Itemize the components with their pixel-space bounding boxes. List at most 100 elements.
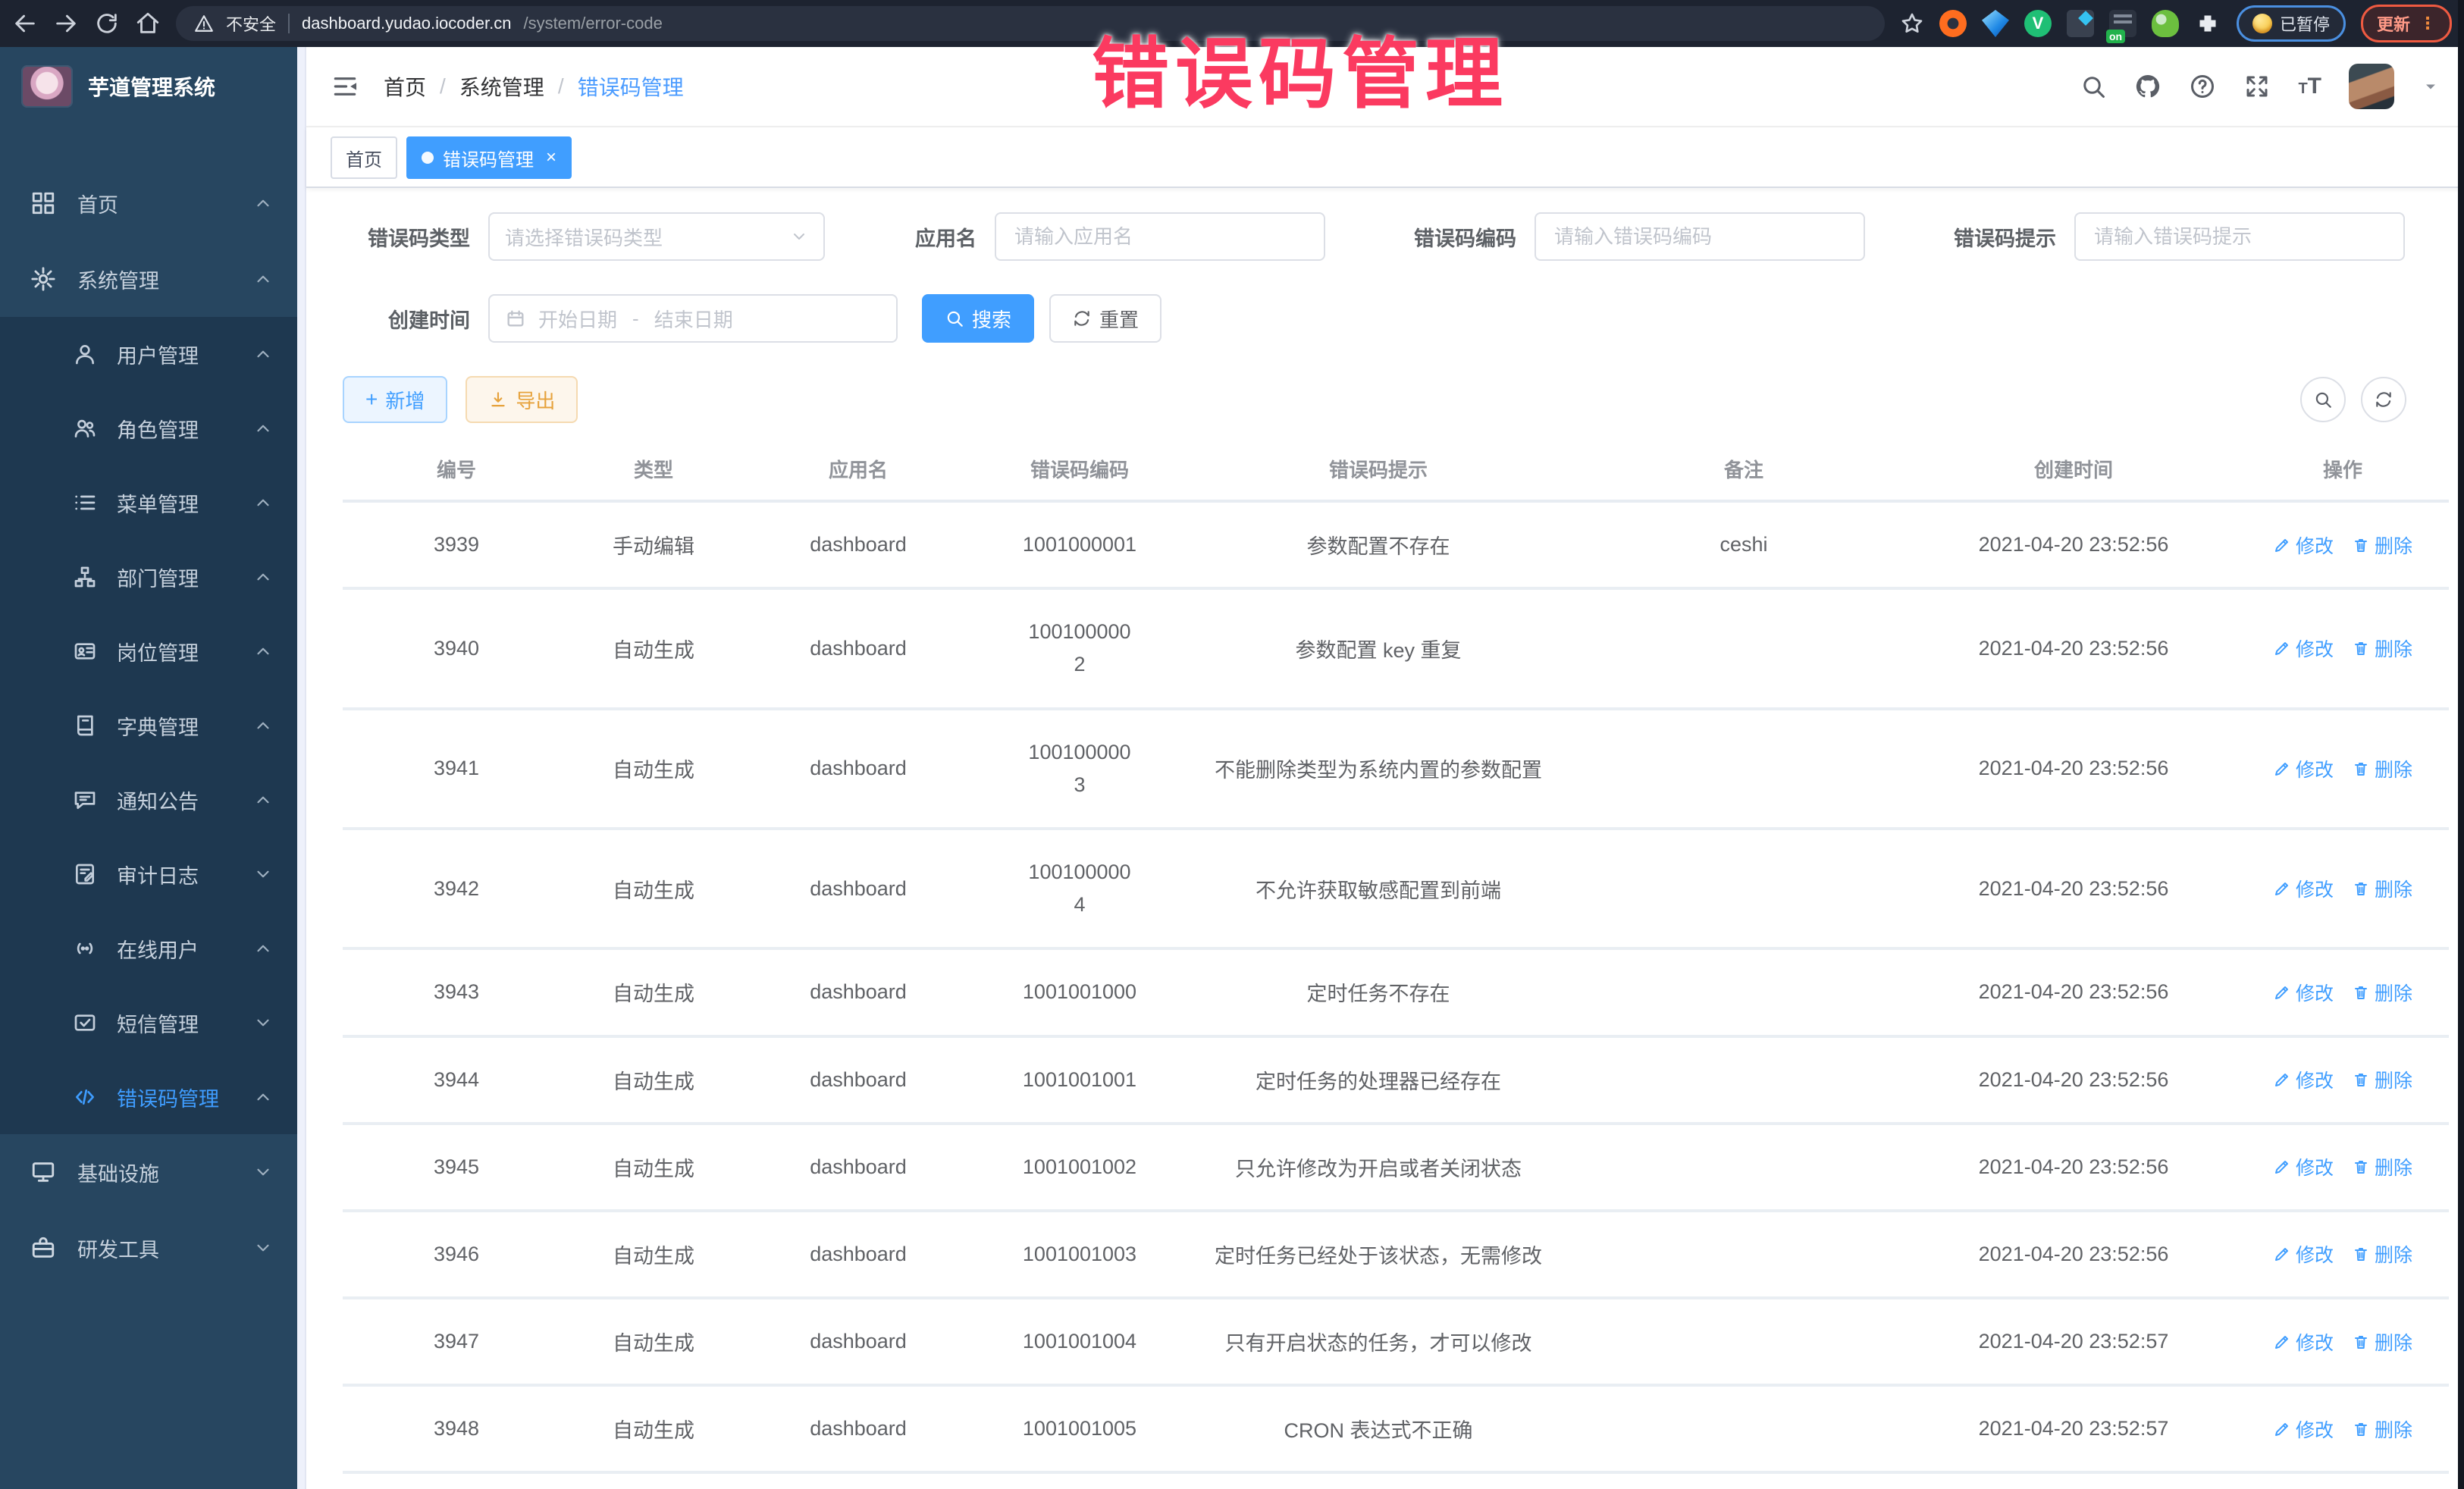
extension-key-icon[interactable] xyxy=(2152,10,2179,37)
reset-button[interactable]: 重置 xyxy=(1049,294,1161,343)
sidebar-item-user[interactable]: 用户管理 xyxy=(0,317,297,391)
breadcrumb-home[interactable]: 首页 xyxy=(384,71,426,102)
header-search-icon[interactable] xyxy=(2080,73,2107,100)
cell-hint: CRON 表达式不正确 xyxy=(1180,1385,1577,1472)
delete-link[interactable]: 删除 xyxy=(2352,1328,2412,1356)
filter-label: 错误码编码 xyxy=(1389,222,1516,252)
sidebar-item-sms[interactable]: 短信管理 xyxy=(0,986,297,1060)
edit-link[interactable]: 修改 xyxy=(2273,531,2334,559)
column-header: 类型 xyxy=(570,438,737,501)
edit-link[interactable]: 修改 xyxy=(2273,1153,2334,1180)
delete-link[interactable]: 删除 xyxy=(2352,1153,2412,1180)
refresh-icon xyxy=(2374,390,2393,409)
sidebar-item-infra[interactable]: 基础设施 xyxy=(0,1134,297,1210)
sidebar-item-tree[interactable]: 部门管理 xyxy=(0,540,297,614)
delete-link[interactable]: 删除 xyxy=(2352,979,2412,1006)
browser-home-icon[interactable] xyxy=(135,11,161,36)
user-avatar[interactable] xyxy=(2349,64,2394,109)
sidebar-scrollbar[interactable] xyxy=(297,47,306,1489)
tags-view-tab[interactable]: 首页 × xyxy=(331,136,397,179)
sidebar-item-book[interactable]: 字典管理 xyxy=(0,688,297,763)
edit-link[interactable]: 修改 xyxy=(2273,875,2334,902)
start-date-placeholder: 开始日期 xyxy=(538,305,617,333)
book-icon xyxy=(73,713,97,738)
url-path: /system/error-code xyxy=(523,14,662,33)
cell-remark xyxy=(1577,948,1911,1036)
extension-vue-devtools-icon[interactable]: V xyxy=(2024,10,2052,37)
extension-orange-icon[interactable] xyxy=(1939,10,1967,37)
edit-link[interactable]: 修改 xyxy=(2273,1066,2334,1093)
browser-back-icon[interactable] xyxy=(12,11,38,36)
tab-close-icon[interactable]: × xyxy=(546,147,556,168)
cell-app: dashboard xyxy=(737,709,980,829)
code-icon xyxy=(73,1085,97,1109)
edit-link[interactable]: 修改 xyxy=(2273,1240,2334,1268)
column-header: 错误码提示 xyxy=(1180,438,1577,501)
sidebar-item-gear[interactable]: 系统管理 xyxy=(0,241,297,317)
edit-link[interactable]: 修改 xyxy=(2273,1328,2334,1356)
show-search-toggle-button[interactable] xyxy=(2300,377,2346,422)
sidebar-item-online[interactable]: 在线用户 xyxy=(0,911,297,986)
extensions-puzzle-icon[interactable] xyxy=(2194,10,2221,37)
edit-link[interactable]: 修改 xyxy=(2273,979,2334,1006)
address-bar[interactable]: 不安全 dashboard.yudao.iocoder.cn/system/er… xyxy=(176,6,1885,41)
sidebar-item-audit[interactable]: 审计日志 xyxy=(0,837,297,911)
delete-link[interactable]: 删除 xyxy=(2352,875,2412,902)
edit-link[interactable]: 修改 xyxy=(2273,635,2334,662)
cell-hint: 参数配置 key 重复 xyxy=(1180,588,1577,708)
delete-link[interactable]: 删除 xyxy=(2352,1066,2412,1093)
sidebar-item-users[interactable]: 角色管理 xyxy=(0,391,297,466)
sidebar-item-code[interactable]: 错误码管理 xyxy=(0,1060,297,1134)
browser-reload-icon[interactable] xyxy=(94,11,120,36)
delete-link[interactable]: 删除 xyxy=(2352,1240,2412,1268)
cell-code: 100100000 3 xyxy=(980,709,1180,829)
date-range-picker[interactable]: 开始日期 - 结束日期 xyxy=(488,294,898,343)
extension-gem-icon[interactable] xyxy=(1982,10,2009,37)
browser-menu-dots-icon[interactable]: ⋮ xyxy=(2419,16,2436,31)
help-icon[interactable] xyxy=(2189,73,2216,100)
trash-icon xyxy=(2352,983,2370,1002)
extension-proxy-icon[interactable]: on xyxy=(2109,10,2136,37)
bookmark-star-icon[interactable] xyxy=(1900,11,1924,36)
sidebar-item-idcard[interactable]: 岗位管理 xyxy=(0,614,297,688)
edit-link[interactable]: 修改 xyxy=(2273,755,2334,782)
pencil-icon xyxy=(2273,1158,2291,1176)
profile-paused-pill[interactable]: 已暂停 xyxy=(2237,5,2346,42)
trash-icon xyxy=(2352,536,2370,554)
sidebar-collapse-icon[interactable] xyxy=(331,72,359,101)
pencil-icon xyxy=(2273,760,2291,778)
app-logo-row[interactable]: 芋道管理系统 xyxy=(0,47,297,126)
delete-link[interactable]: 删除 xyxy=(2352,531,2412,559)
cell-app: dashboard xyxy=(737,1385,980,1472)
sidebar-item-label: 基础设施 xyxy=(77,1158,159,1187)
edit-link[interactable]: 修改 xyxy=(2273,1415,2334,1443)
avatar-caret-down-icon[interactable] xyxy=(2422,77,2440,96)
tags-view-tab[interactable]: 错误码管理 × xyxy=(406,136,572,179)
sidebar-item-grid[interactable]: 首页 xyxy=(0,165,297,241)
error-type-select[interactable]: 请选择错误码类型 xyxy=(488,212,825,261)
font-size-icon[interactable]: TT xyxy=(2298,75,2321,98)
pencil-icon xyxy=(2273,639,2291,657)
add-button[interactable]: + 新增 xyxy=(343,376,447,423)
delete-link[interactable]: 删除 xyxy=(2352,635,2412,662)
delete-link[interactable]: 删除 xyxy=(2352,1415,2412,1443)
sidebar-item-list[interactable]: 菜单管理 xyxy=(0,466,297,540)
sidebar-item-notice[interactable]: 通知公告 xyxy=(0,763,297,837)
browser-update-button[interactable]: 更新 ⋮ xyxy=(2361,5,2452,42)
export-button[interactable]: 导出 xyxy=(466,376,578,423)
sidebar-item-tools[interactable]: 研发工具 xyxy=(0,1210,297,1286)
trash-icon xyxy=(2352,1071,2370,1089)
error-code-input[interactable] xyxy=(1551,224,1848,250)
not-secure-warning-icon[interactable] xyxy=(194,14,214,33)
fullscreen-icon[interactable] xyxy=(2243,73,2271,100)
breadcrumb-system[interactable]: 系统管理 xyxy=(459,71,544,102)
table-row: 3943 自动生成 dashboard 1001001000 定时任务不存在 2… xyxy=(343,948,2449,1036)
extension-grid-icon[interactable] xyxy=(2067,10,2094,37)
github-icon[interactable] xyxy=(2134,73,2161,100)
app-name-input[interactable] xyxy=(1011,224,1309,250)
browser-forward-icon[interactable] xyxy=(53,11,79,36)
refresh-table-button[interactable] xyxy=(2361,377,2406,422)
search-button[interactable]: 搜索 xyxy=(922,294,1034,343)
delete-link[interactable]: 删除 xyxy=(2352,755,2412,782)
error-hint-input[interactable] xyxy=(2091,224,2388,250)
